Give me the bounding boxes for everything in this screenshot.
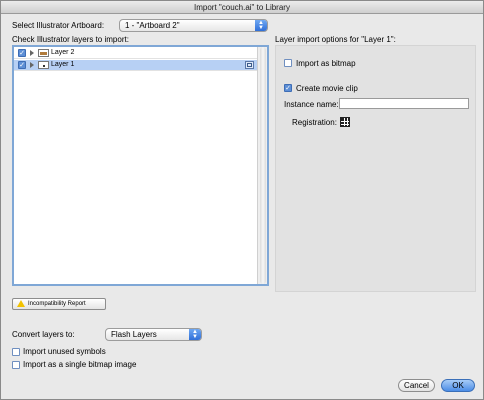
layers-label: Check Illustrator layers to import: [12,35,129,44]
layer-row-layer-2[interactable]: ✓ Layer 2 [14,48,257,59]
create-clip-label: Create movie clip [296,84,358,93]
layers-list: ✓ Layer 2 ✓ Layer 1 [12,45,269,286]
create-clip-checkbox[interactable]: ✓ [284,84,292,92]
registration-grid-icon[interactable] [340,117,350,127]
expand-triangle-icon[interactable] [30,62,34,68]
select-arrows-icon: ▲ ▼ [255,20,267,31]
layer-1-name: Layer 1 [51,61,75,68]
import-unused-checkbox[interactable] [12,348,20,356]
instance-name-input[interactable] [339,98,469,109]
layer-2-name: Layer 2 [51,49,75,56]
warning-icon [17,300,25,307]
layer-row-layer-1[interactable]: ✓ Layer 1 [14,60,257,71]
import-single-bitmap-label: Import as a single bitmap image [23,360,137,369]
import-unused-label: Import unused symbols [23,347,106,356]
layer-thumbnail-icon [38,49,49,57]
layer-options-panel: Import as bitmap ✓ Create movie clip Ins… [275,45,476,292]
instance-name-label: Instance name: [284,100,339,109]
layer-1-checkbox[interactable]: ✓ [18,61,26,69]
import-bitmap-checkbox[interactable] [284,59,292,67]
import-dialog: Import "couch.ai" to Library Select Illu… [0,0,484,400]
artboard-select[interactable]: 1 - "Artboard 2" ▲ ▼ [119,19,268,32]
layer-2-checkbox[interactable]: ✓ [18,49,26,57]
incompatibility-report-button[interactable]: Incompatibility Report [12,298,106,310]
convert-select[interactable]: Flash Layers ▲ ▼ [105,328,202,341]
artboard-label: Select Illustrator Artboard: [12,21,105,30]
options-header: Layer import options for "Layer 1": [275,35,396,44]
cancel-button[interactable]: Cancel [398,379,435,392]
registration-label: Registration: [292,118,337,127]
dialog-title: Import "couch.ai" to Library [1,1,483,14]
convert-select-value: Flash Layers [111,330,157,339]
expand-triangle-icon[interactable] [30,50,34,56]
ok-button[interactable]: OK [441,379,475,392]
layer-thumbnail-icon [38,61,49,69]
movie-clip-icon [245,61,254,69]
artboard-select-value: 1 - "Artboard 2" [125,21,180,30]
import-bitmap-label: Import as bitmap [296,59,356,68]
select-arrows-icon: ▲ ▼ [189,329,201,340]
convert-label: Convert layers to: [12,330,75,339]
incompatibility-report-label: Incompatibility Report [28,301,86,307]
import-single-bitmap-checkbox[interactable] [12,361,20,369]
scrollbar-thumb[interactable] [260,47,266,284]
layers-scrollbar[interactable] [257,47,267,284]
